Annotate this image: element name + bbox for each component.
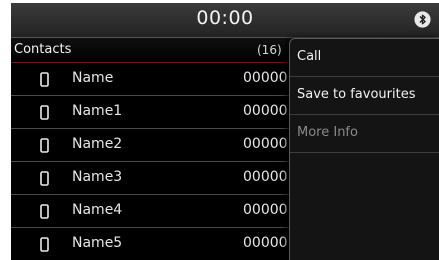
mobile-phone-icon	[40, 105, 49, 120]
contact-name: Name1	[72, 103, 123, 119]
status-bar: 00:00	[11, 3, 439, 38]
contact-name: Name	[72, 70, 114, 86]
menu-item-label: Call	[297, 49, 322, 64]
contact-name: Name2	[72, 136, 123, 152]
phone-screen: 00:00 Contacts (16) Name 00000 Name1 000…	[11, 3, 439, 260]
contact-name: Name5	[72, 235, 123, 251]
contacts-count: (16)	[257, 43, 282, 57]
contact-row[interactable]: Name2 00000	[11, 129, 301, 162]
bluetooth-icon	[414, 11, 431, 28]
mobile-phone-icon	[40, 72, 49, 87]
contacts-title: Contacts	[14, 42, 72, 57]
menu-item-call[interactable]: Call	[290, 39, 439, 77]
contact-list: Name 00000 Name1 00000 Name2 00000 Name3…	[11, 63, 301, 260]
clock: 00:00	[196, 7, 254, 29]
contact-row[interactable]: Name 00000	[11, 63, 301, 96]
contacts-header: Contacts (16)	[11, 38, 301, 63]
menu-item-label: Save to favourites	[297, 87, 416, 102]
menu-item-label: More Info	[297, 125, 358, 140]
menu-item-save-to-favourites[interactable]: Save to favourites	[290, 77, 439, 115]
mobile-phone-icon	[40, 138, 49, 153]
mobile-phone-icon	[40, 204, 49, 219]
contact-row[interactable]: Name5 00000	[11, 228, 301, 260]
mobile-phone-icon	[40, 237, 49, 252]
contact-name: Name4	[72, 202, 123, 218]
menu-item-more-info[interactable]: More Info	[290, 115, 439, 153]
contact-row[interactable]: Name3 00000	[11, 162, 301, 195]
mobile-phone-icon	[40, 171, 49, 186]
contact-row[interactable]: Name4 00000	[11, 195, 301, 228]
options-menu: Call Save to favourites More Info	[289, 38, 439, 260]
contact-row[interactable]: Name1 00000	[11, 96, 301, 129]
contact-name: Name3	[72, 169, 123, 185]
